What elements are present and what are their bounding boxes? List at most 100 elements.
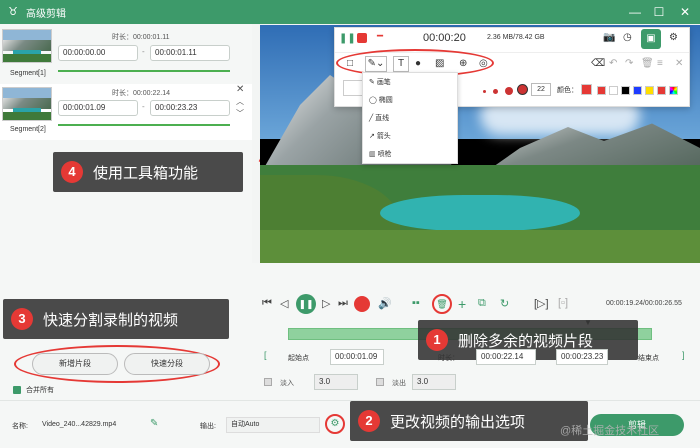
menu-item-spray[interactable]: ▥ 喷枪 (369, 149, 392, 159)
eraser-icon[interactable]: ⌫ (591, 58, 605, 69)
volume-icon[interactable]: 🔊 (378, 297, 392, 310)
step-forward-icon[interactable]: ▷ (322, 297, 330, 310)
close-tools-icon[interactable]: ✕ (675, 58, 683, 69)
minimize-toolbar-icon[interactable]: ━ (377, 31, 383, 42)
size-dot-large[interactable] (505, 87, 513, 95)
new-segment-button[interactable]: 新增片段 (32, 353, 118, 375)
record-button[interactable] (354, 296, 370, 312)
duration-label: 时长： (438, 355, 459, 362)
segment-end-field[interactable]: 00:00:01.11 (150, 45, 230, 61)
color-swatch-red2[interactable] (657, 86, 666, 95)
merge-all-checkbox[interactable] (13, 386, 21, 394)
menu-item-brush[interactable]: ✎ 画笔 (369, 77, 391, 87)
output-settings-icon[interactable]: ⚙ (325, 414, 345, 434)
segment-item[interactable]: Segment[1] 时长：00:00:01.11 00:00:00.00 - … (0, 26, 252, 82)
playback-time: 00:00:19.24/00:00:26.55 (606, 300, 682, 307)
menu-item-ellipse[interactable]: ◯ 椭圆 (369, 95, 393, 105)
skip-start-icon[interactable]: ⏮ (262, 297, 272, 310)
fade-out-checkbox[interactable] (376, 378, 384, 386)
app-logo-icon: ♉ (8, 6, 18, 18)
color-swatch-yellow[interactable] (645, 86, 654, 95)
fade-out-field[interactable]: 3.0 (412, 374, 456, 390)
undo-icon[interactable]: ↶ (609, 58, 617, 69)
minimize-button[interactable]: — (622, 0, 648, 24)
callout-number: 1 (426, 329, 448, 351)
start-point-button[interactable]: 起始点 (288, 353, 309, 363)
split-icon[interactable]: ▪▪ (412, 297, 420, 309)
recording-timer: 00:00:20 (423, 32, 466, 44)
watermark-text: @稀土掘金技术社区 (560, 425, 660, 437)
callout-number: 2 (358, 410, 380, 432)
draw-tool-menu: ✎ 画笔 ◯ 椭圆 ╱ 直线 ↗ 箭头 ▥ 喷枪 (362, 72, 458, 164)
color-swatch-red-selected[interactable] (581, 84, 592, 95)
fade-out-label: 淡出 (392, 380, 406, 387)
font-size-field[interactable]: 22 (531, 83, 551, 96)
segment-end-field[interactable]: 00:00:23.23 (150, 100, 230, 116)
start-point-field[interactable]: 00:00:01.09 (330, 349, 384, 365)
list-icon[interactable]: ≡ (657, 58, 663, 69)
segment-label: Segment[1] (10, 70, 46, 77)
pause-icon[interactable]: ❚❚ (339, 33, 356, 44)
clock-icon[interactable]: ◷ (623, 32, 632, 43)
camera-icon[interactable]: 📷 (603, 32, 615, 43)
toolbox-icon[interactable]: ▣ (641, 29, 661, 49)
callout-number: 4 (61, 161, 83, 183)
segment-thumbnail (2, 87, 52, 121)
callout-text: 使用工具箱功能 (93, 164, 199, 182)
quick-split-button[interactable]: 快速分段 (124, 353, 210, 375)
stop-icon[interactable] (357, 33, 367, 43)
callout-text: 更改视频的输出选项 (390, 413, 526, 431)
trash-icon[interactable]: 🗑 (641, 58, 654, 69)
add-icon[interactable]: + (458, 296, 466, 312)
color-swatch-black[interactable] (621, 86, 630, 95)
title-bar: ♉ 高级剪辑 — ☐ ✕ (0, 0, 700, 24)
segment-item[interactable]: Segment[2] 时长：00:00:22.14 ✕ ︿ ﹀ 00:00:01… (0, 84, 252, 140)
color-swatch-red[interactable] (597, 86, 606, 95)
pause-button[interactable]: ❚❚ (296, 294, 316, 314)
color-picker-icon[interactable] (669, 86, 678, 95)
end-point-button[interactable]: 结束点 (638, 353, 659, 363)
size-dot-medium[interactable] (493, 89, 498, 94)
segment-start-field[interactable]: 00:00:01.09 (58, 100, 138, 116)
fade-in-field[interactable]: 3.0 (314, 374, 358, 390)
window-title: 高级剪辑 (26, 8, 66, 20)
name-label: 名称: (12, 423, 28, 430)
end-point-field[interactable]: 00:00:23.23 (556, 349, 608, 365)
menu-item-line[interactable]: ╱ 直线 (369, 113, 389, 123)
fade-in-label: 淡入 (280, 380, 294, 387)
callout-text: 快速分割录制的视频 (43, 311, 179, 329)
color-swatch-white[interactable] (609, 86, 618, 95)
maximize-button[interactable]: ☐ (646, 0, 672, 24)
segment-progress (58, 124, 230, 126)
merge-all-label: 合并所有 (26, 387, 54, 394)
copy-icon[interactable]: ⧉ (478, 297, 486, 310)
close-button[interactable]: ✕ (672, 0, 698, 24)
step-back-icon[interactable]: ◁ (280, 297, 288, 310)
color-swatch-blue[interactable] (633, 86, 642, 95)
gear-icon[interactable]: ⚙ (669, 32, 678, 43)
segment-duration: 时长：00:00:01.11 (112, 34, 170, 41)
file-size-info: 2.36 MB/78.42 GB (487, 34, 545, 41)
output-field[interactable]: 自动Auto (226, 417, 320, 433)
mark-in-icon[interactable]: [▷] (534, 297, 549, 310)
callout-toolbox: 4 使用工具箱功能 (53, 152, 243, 192)
segment-thumbnail (2, 29, 52, 63)
delete-segment-button[interactable]: 🗑 (432, 294, 452, 314)
reset-icon[interactable]: ↻ (500, 297, 509, 310)
mark-out-icon[interactable]: [▫] (558, 297, 568, 309)
fade-in-checkbox[interactable] (264, 378, 272, 386)
segment-start-field[interactable]: 00:00:00.00 (58, 45, 138, 61)
menu-item-arrow[interactable]: ↗ 箭头 (369, 131, 391, 141)
callout-number: 3 (11, 308, 33, 330)
segment-label: Segment[2] (10, 126, 46, 133)
file-name: Video_240...42829.mp4 (42, 421, 117, 428)
duration-field[interactable]: 00:00:22.14 (476, 349, 536, 365)
callout-split: 3 快速分割录制的视频 (3, 299, 229, 339)
skip-end-icon[interactable]: ⏭ (338, 297, 348, 310)
segment-progress (58, 70, 230, 72)
segment-panel: Segment[1] 时长：00:00:01.11 00:00:00.00 - … (0, 24, 252, 400)
edit-name-icon[interactable]: ✎ (150, 418, 158, 429)
size-dot-xlarge[interactable] (517, 84, 528, 95)
redo-icon[interactable]: ↷ (625, 58, 633, 69)
size-dot-small[interactable] (483, 90, 486, 93)
